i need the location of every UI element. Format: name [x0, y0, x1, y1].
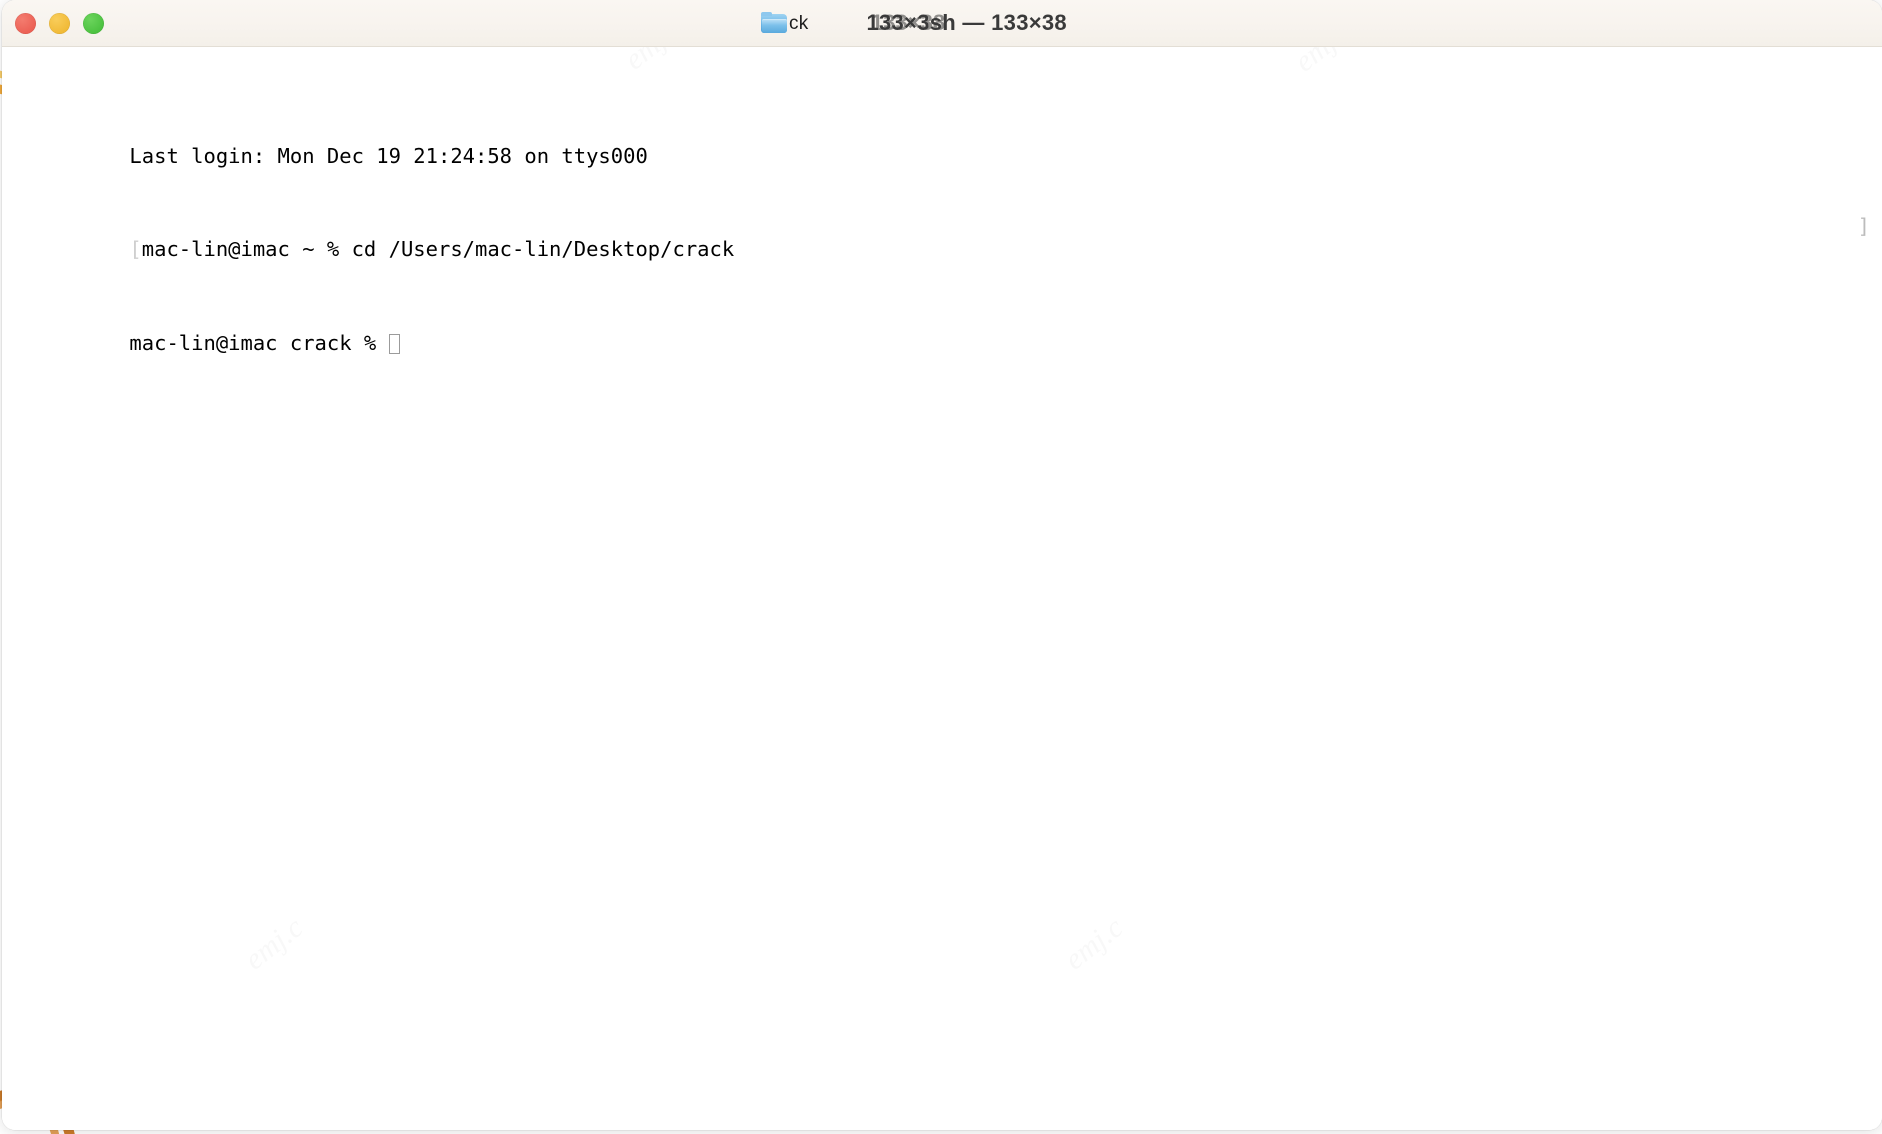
terminal-prompt-text: mac-lin@imac crack %	[129, 330, 389, 355]
terminal-cursor	[388, 333, 400, 354]
proxy-icon-group[interactable]: ck	[761, 12, 808, 34]
terminal-output: Last login: Mon Dec 19 21:24:58 on ttys0…	[6, 51, 1882, 402]
window-title: 133×3sh — 133×38	[866, 10, 1067, 35]
line-lead-bracket: [	[129, 237, 142, 262]
terminal-line: Last login: Mon Dec 19 21:24:58 on ttys0…	[6, 121, 1882, 167]
titlebar-center-group: ck 133×38 133×3sh — 133×38	[2, 0, 1882, 46]
terminal-line-text: Last login: Mon Dec 19 21:24:58 on ttys0…	[129, 143, 648, 168]
watermark-artifact: emj.c	[238, 910, 310, 977]
window-controls	[15, 0, 104, 46]
minimize-button[interactable]	[49, 12, 70, 34]
terminal-content-area[interactable]: emj.c emj.c emj.c emj.c Last login: Mon …	[2, 47, 1882, 1130]
watermark-artifact: emj.c	[1058, 910, 1130, 977]
close-button[interactable]	[15, 12, 36, 34]
maximize-button[interactable]	[83, 12, 104, 34]
folder-icon	[761, 12, 788, 34]
line-wrap-bracket: ]	[1857, 213, 1870, 238]
terminal-window[interactable]: ck 133×38 133×3sh — 133×38 emj.c emj.c e…	[2, 0, 1882, 1130]
desktop-background: ck 133×38 133×3sh — 133×38 emj.c emj.c e…	[0, 0, 1882, 1134]
terminal-line: [mac-lin@imac ~ % cd /Users/mac-lin/Desk…	[6, 213, 1882, 261]
terminal-line-text: mac-lin@imac ~ % cd /Users/mac-lin/Deskt…	[141, 237, 735, 262]
terminal-prompt-line[interactable]: mac-lin@imac crack %	[6, 308, 1882, 355]
proxy-icon-label: ck	[789, 12, 809, 34]
window-title-ghost: 133×38	[871, 10, 946, 35]
window-titlebar[interactable]: ck 133×38 133×3sh — 133×38	[2, 0, 1882, 47]
